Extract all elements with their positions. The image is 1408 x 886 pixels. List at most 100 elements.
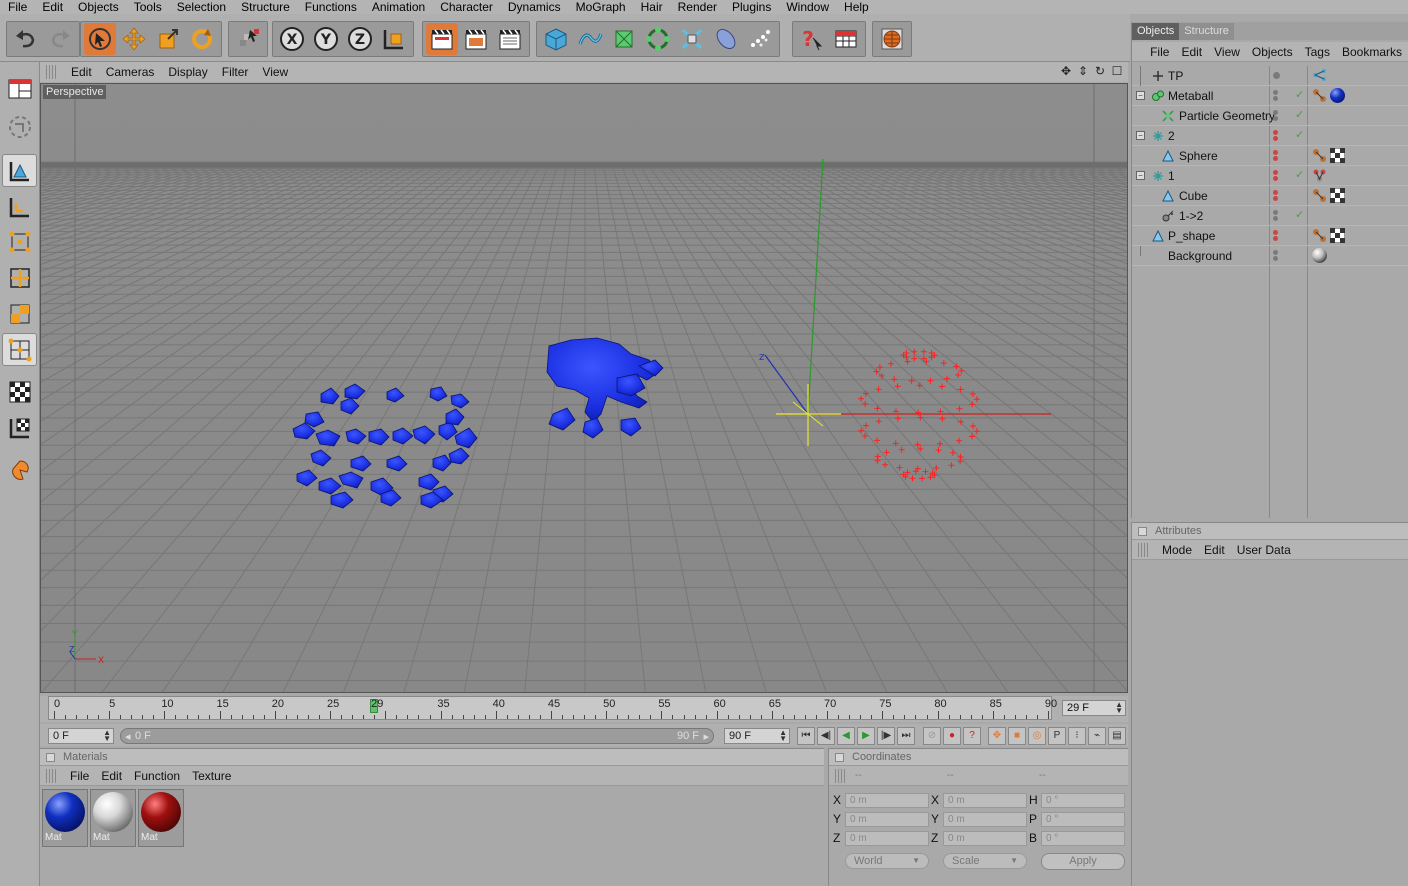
record-keys-button[interactable]: ⊘ <box>923 727 941 745</box>
object-row-cube[interactable]: Cube <box>1132 186 1408 206</box>
material-swatch[interactable]: Mat <box>90 789 136 847</box>
visibility-dots[interactable] <box>1273 149 1291 162</box>
move-button[interactable] <box>118 23 150 55</box>
menu-render[interactable]: Render <box>670 0 724 14</box>
scale-button[interactable] <box>152 23 184 55</box>
x-axis-lock-button[interactable]: X <box>276 23 308 55</box>
visibility-dot[interactable] <box>1273 72 1280 79</box>
rotation-h-field[interactable]: 0 ° <box>1041 793 1125 808</box>
rotation-b-field[interactable]: 0 ° <box>1041 831 1125 846</box>
visibility-dots[interactable] <box>1273 109 1291 122</box>
size-mode-dropdown[interactable]: Scale ▼ <box>943 853 1027 869</box>
scale-x-field[interactable]: 0 m <box>943 793 1027 808</box>
add-spline-button[interactable] <box>574 23 606 55</box>
object-row-background[interactable]: Background <box>1132 246 1408 266</box>
spinner-icon[interactable]: ▲ ▼ <box>1115 701 1123 715</box>
position-z-field[interactable]: 0 m <box>845 831 929 846</box>
menu-character[interactable]: Character <box>432 0 500 14</box>
menu-animation[interactable]: Animation <box>364 0 432 14</box>
range-right-handle[interactable]: ▸ <box>703 730 709 743</box>
menu-edit[interactable]: Edit <box>34 0 70 14</box>
panel-checkbox[interactable] <box>835 752 844 762</box>
visibility-dots[interactable] <box>1273 209 1291 222</box>
hierarchy-tag-icon[interactable] <box>1312 68 1327 83</box>
current-frame-field[interactable]: 29 F ▲ ▼ <box>1062 700 1126 716</box>
use-edge-button[interactable] <box>2 261 37 294</box>
object-row-2[interactable]: − 2 ✓ <box>1132 126 1408 146</box>
menu-window[interactable]: Window <box>778 0 836 14</box>
play-forwards-button[interactable]: ▶ <box>857 727 875 745</box>
key-parameter-button[interactable]: P <box>1048 727 1066 745</box>
add-particle-button[interactable] <box>744 23 776 55</box>
menu-plugins[interactable]: Plugins <box>724 0 778 14</box>
menu-dynamics[interactable]: Dynamics <box>500 0 568 14</box>
enabled-check-icon[interactable]: ✓ <box>1295 128 1304 141</box>
objects-menu-file[interactable]: File <box>1144 45 1175 59</box>
undo-button[interactable] <box>10 23 42 55</box>
scale-z-field[interactable]: 0 m <box>943 831 1027 846</box>
attributes-menu-mode[interactable]: Mode <box>1156 543 1198 557</box>
viewport-menu-display[interactable]: Display <box>161 65 214 79</box>
object-row-tp[interactable]: TP <box>1132 66 1408 86</box>
range-left-handle[interactable]: ◂ <box>125 730 131 743</box>
material-swatch[interactable]: Mat <box>138 789 184 847</box>
menu-tools[interactable]: Tools <box>126 0 169 14</box>
apply-button[interactable]: Apply <box>1041 853 1125 870</box>
tab-objects[interactable]: Objects <box>1132 23 1180 40</box>
scale-y-field[interactable]: 0 m <box>943 812 1027 827</box>
materials-menu-function[interactable]: Function <box>128 769 186 783</box>
go-to-end-button[interactable]: ⏭ <box>897 727 915 745</box>
spinner-icon[interactable]: ▲ ▼ <box>103 729 111 743</box>
add-array-button[interactable] <box>642 23 674 55</box>
texture-mode-button[interactable] <box>2 375 37 408</box>
coordinate-system-button[interactable] <box>378 23 410 55</box>
objects-menu-tags[interactable]: Tags <box>1299 45 1336 59</box>
texture-axis-button[interactable] <box>2 411 37 444</box>
panel-checkbox[interactable] <box>1138 526 1147 536</box>
menu-help[interactable]: Help <box>836 0 876 14</box>
menu-structure[interactable]: Structure <box>233 0 297 14</box>
menu-file[interactable]: File <box>0 0 34 14</box>
end-frame-field[interactable]: 90 F ▲ ▼ <box>724 728 790 744</box>
orbit-icon[interactable]: ↻ <box>1093 64 1107 78</box>
position-x-field[interactable]: 0 m <box>845 793 929 808</box>
add-cube-button[interactable] <box>540 23 572 55</box>
fcurve-button[interactable]: ▤ <box>1108 727 1126 745</box>
menu-selection[interactable]: Selection <box>169 0 233 14</box>
texture-tag-icon[interactable] <box>1312 228 1327 243</box>
redo-button[interactable] <box>44 23 76 55</box>
material-tag-white[interactable] <box>1312 248 1327 263</box>
materials-menu-texture[interactable]: Texture <box>186 769 237 783</box>
autokey-button[interactable]: ● <box>943 727 961 745</box>
recent-tools-button[interactable] <box>232 23 264 55</box>
key-rotation-button[interactable]: ◎ <box>1028 727 1046 745</box>
collapse-icon[interactable]: − <box>1136 131 1145 140</box>
start-frame-field[interactable]: 0 F ▲ ▼ <box>48 728 114 744</box>
material-swatch[interactable]: Mat <box>42 789 88 847</box>
xpresso-tag-icon[interactable] <box>1312 168 1327 183</box>
visibility-dots[interactable] <box>1273 249 1291 262</box>
keyframe-selection-button[interactable]: ? <box>963 727 981 745</box>
layout-button[interactable] <box>2 72 37 105</box>
enabled-check-icon[interactable]: ✓ <box>1295 208 1304 221</box>
add-scene-button[interactable] <box>710 23 742 55</box>
use-model-button[interactable] <box>2 154 37 187</box>
render-table-button[interactable] <box>830 23 862 55</box>
pan-icon[interactable]: ✥ <box>1059 64 1073 78</box>
materials-menu-file[interactable]: File <box>64 769 95 783</box>
enable-axis-button[interactable] <box>2 333 37 366</box>
grip-handle[interactable] <box>835 768 847 783</box>
visibility-dots[interactable] <box>1273 189 1291 202</box>
visibility-dots[interactable] <box>1273 169 1291 182</box>
viewport-menu-view[interactable]: View <box>255 65 295 79</box>
add-deformer-button[interactable] <box>676 23 708 55</box>
object-row-1-to-2[interactable]: 1->2 ✓ <box>1132 206 1408 226</box>
viewport-menu-edit[interactable]: Edit <box>64 65 99 79</box>
scheme-button[interactable]: ⌁ <box>1088 727 1106 745</box>
material-tag-blue[interactable] <box>1330 88 1345 103</box>
visibility-dots[interactable] <box>1273 129 1291 142</box>
objects-menu-bookmarks[interactable]: Bookmarks <box>1336 45 1408 59</box>
key-position-button[interactable]: ✥ <box>988 727 1006 745</box>
use-object-axis-button[interactable] <box>2 190 37 223</box>
grip-handle[interactable] <box>46 65 58 79</box>
